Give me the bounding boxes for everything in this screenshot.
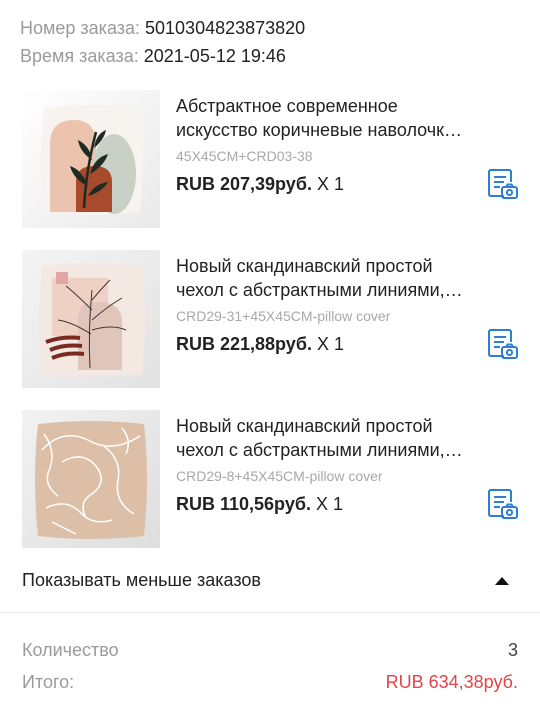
show-fewer-orders-toggle[interactable]: Показывать меньше заказов <box>0 562 540 602</box>
order-number-label: Номер заказа: <box>20 18 146 38</box>
quantity-value: 3 <box>507 640 518 660</box>
order-time: 2021-05-12 19:46 <box>143 46 286 66</box>
item-price-line: RUB 110,56руб. X 1 <box>176 494 466 515</box>
invoice-camera-icon[interactable] <box>484 486 520 522</box>
order-time-label: Время заказа: <box>20 46 144 66</box>
total-label: Итого: <box>22 672 75 692</box>
order-number-row: Номер заказа: 5010304823873820 <box>20 14 305 42</box>
item-title[interactable]: Абстрактное современное искусство коричн… <box>176 94 466 142</box>
order-item[interactable]: Абстрактное современное искусство коричн… <box>22 90 522 228</box>
item-price: RUB 110,56руб. <box>176 494 311 514</box>
item-price: RUB 207,39руб. <box>176 174 312 194</box>
pillow-leaf-icon[interactable] <box>22 90 160 228</box>
item-sku: CRD29-31+45X45CM-pillow cover <box>176 308 391 324</box>
order-time-row: Время заказа: 2021-05-12 19:46 <box>20 42 305 70</box>
item-sku: 45X45CM+CRD03-38 <box>176 148 313 164</box>
order-meta: Номер заказа: 5010304823873820 Время зак… <box>20 14 305 70</box>
divider <box>0 612 540 613</box>
total-value: RUB 634,38руб. <box>385 672 518 692</box>
invoice-camera-icon[interactable] <box>484 326 520 362</box>
item-title[interactable]: Новый скандинавский простой чехол с абст… <box>176 254 466 302</box>
pillow-abstract-lines-icon[interactable] <box>22 410 160 548</box>
quantity-label: Количество <box>22 640 119 660</box>
item-sku: CRD29-8+45X45CM-pillow cover <box>176 468 383 484</box>
item-price: RUB 221,88руб. <box>176 334 312 354</box>
item-quantity: X 1 <box>316 334 344 354</box>
show-fewer-orders-label: Показывать меньше заказов <box>22 570 261 590</box>
order-item[interactable]: Новый скандинавский простой чехол с абст… <box>22 410 522 548</box>
pillow-line-plant-icon[interactable] <box>22 250 160 388</box>
item-quantity: X 1 <box>316 174 344 194</box>
item-price-line: RUB 221,88руб. X 1 <box>176 334 466 355</box>
order-number[interactable]: 5010304823873820 <box>145 18 305 38</box>
item-price-line: RUB 207,39руб. X 1 <box>176 174 466 195</box>
item-quantity: X 1 <box>315 494 343 514</box>
order-item[interactable]: Новый скандинавский простой чехол с абст… <box>22 250 522 388</box>
item-info: Новый скандинавский простой чехол с абст… <box>176 414 466 515</box>
invoice-camera-icon[interactable] <box>484 166 520 202</box>
item-info: Абстрактное современное искусство коричн… <box>176 94 466 195</box>
quantity-summary-row: Количество 3 <box>22 640 518 661</box>
item-info: Новый скандинавский простой чехол с абст… <box>176 254 466 355</box>
caret-up-icon <box>495 577 509 585</box>
total-summary-row: Итого: RUB 634,38руб. <box>22 672 518 693</box>
item-title[interactable]: Новый скандинавский простой чехол с абст… <box>176 414 466 462</box>
